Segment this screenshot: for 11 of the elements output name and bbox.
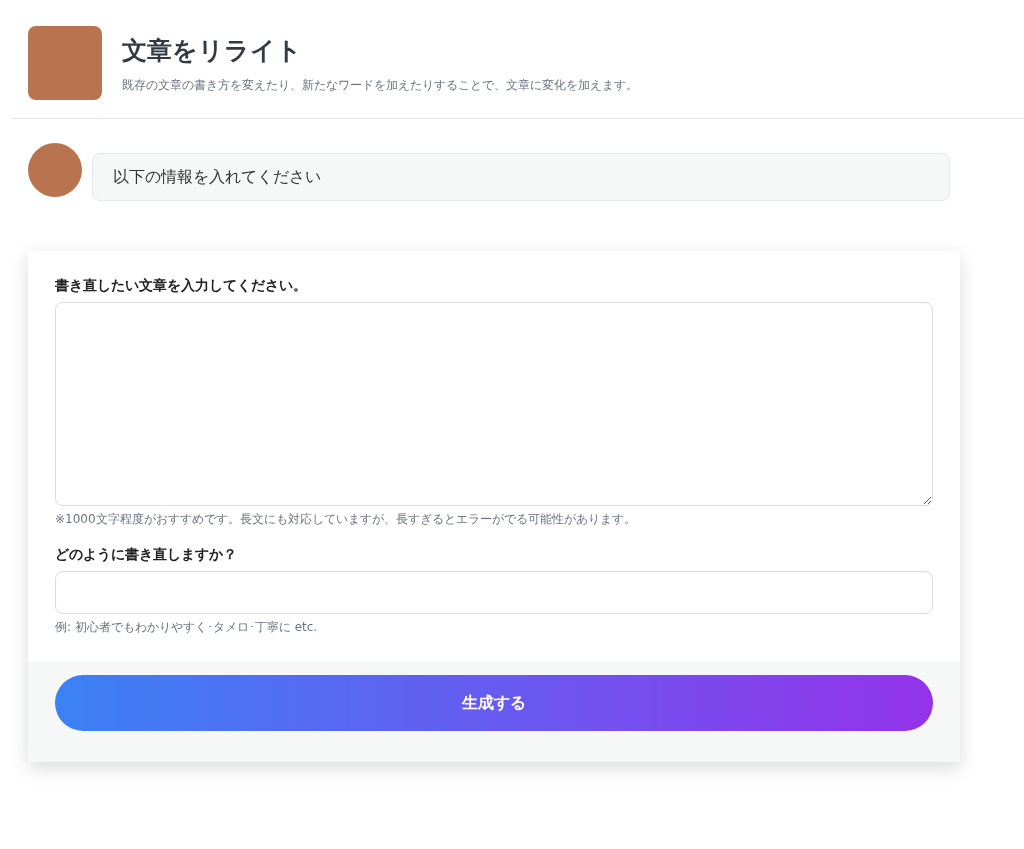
text-area[interactable] <box>55 302 933 506</box>
avatar-placeholder <box>28 143 82 197</box>
field-hint: 例: 初心者でもわかりやすく･タメロ･丁寧に etc. <box>55 619 319 636</box>
generate-button[interactable]: 生成する <box>55 675 933 731</box>
page-title: 文章をリライト <box>122 35 303 67</box>
chat-message: 以下の情報を入れてください <box>92 153 950 201</box>
field-hint: ※1000文字程度がおすすめです。長文にも対応していますが、長すぎるとエラーがでる可能性があります。 <box>55 511 637 528</box>
field-label: 書き直したい文章を入力してください。 <box>55 276 308 295</box>
page-description: 既存の文章の書き方を変えたり、新たなワードを加えたりすることで、文章に変化を加えます。 <box>122 76 638 94</box>
input-field[interactable] <box>55 571 933 614</box>
field-label: どのように書き直しますか？ <box>55 545 238 564</box>
